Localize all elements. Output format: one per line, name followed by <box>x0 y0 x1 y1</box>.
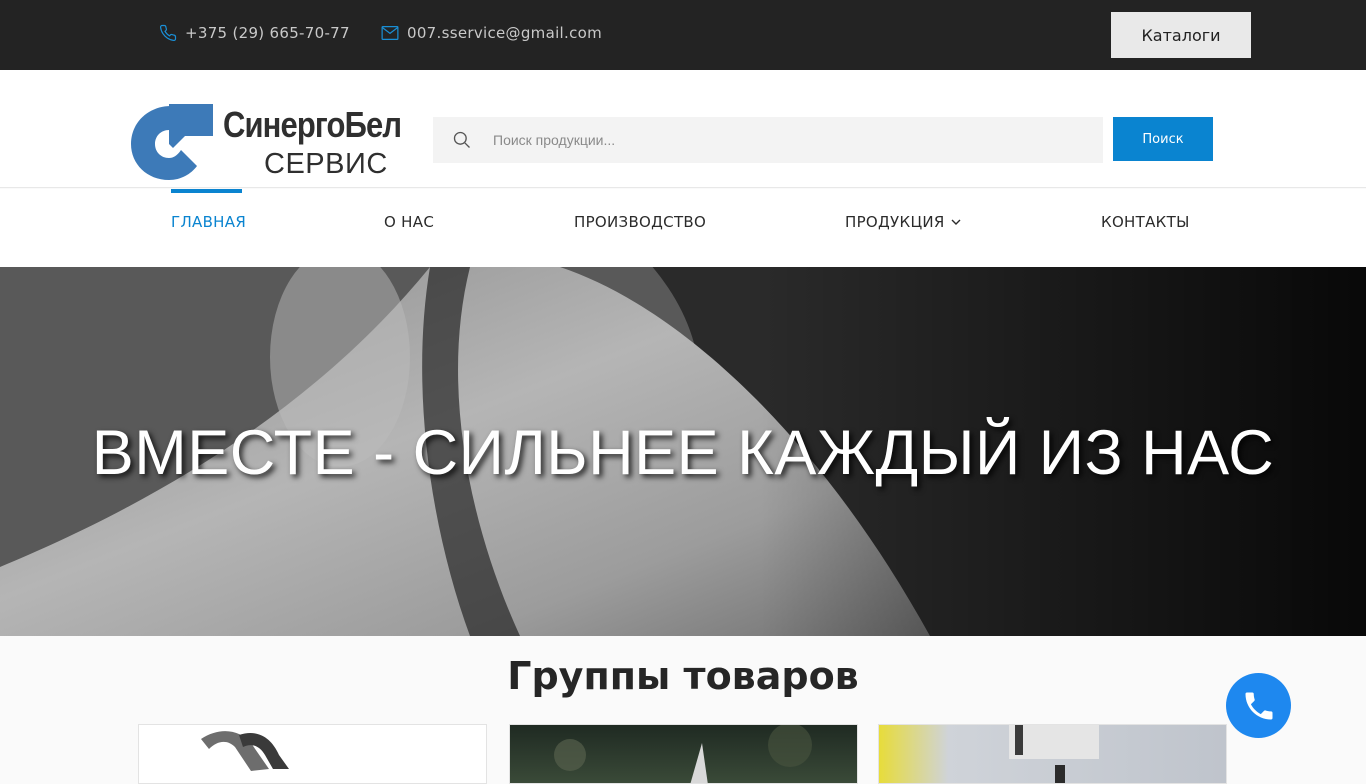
logo-subtitle: СЕРВИС <box>264 148 388 180</box>
product-group-card[interactable] <box>878 724 1227 784</box>
nav-active-indicator <box>171 189 242 193</box>
call-button[interactable] <box>1226 673 1291 738</box>
nav-item-contacts[interactable]: Контакты <box>1101 213 1190 231</box>
product-group-card[interactable] <box>138 724 487 784</box>
logo[interactable]: СинергоБел СЕРВИС <box>129 102 409 182</box>
phone-contact[interactable]: +375 (29) 665-70-77 <box>159 24 350 42</box>
hero-banner: ВМЕСТЕ - СИЛЬНЕЕ КАЖДЫЙ ИЗ НАС <box>0 267 1366 636</box>
logo-name: СинергоБел <box>223 104 402 145</box>
product-image <box>201 731 289 771</box>
catalogs-button[interactable]: Каталоги <box>1111 12 1251 58</box>
logo-mark-icon <box>131 104 213 180</box>
product-image <box>1009 725 1099 783</box>
email-text: 007.sservice@gmail.com <box>407 24 603 42</box>
email-contact[interactable]: 007.sservice@gmail.com <box>381 24 602 42</box>
nav-item-products-label: Продукция <box>845 213 945 231</box>
search-icon <box>453 131 470 148</box>
nav-item-products[interactable]: Продукция <box>845 213 962 231</box>
nav-item-production[interactable]: Производство <box>574 213 706 231</box>
nav-item-home[interactable]: Главная <box>171 213 246 231</box>
header: СинергоБел СЕРВИС Поиск <box>0 70 1366 188</box>
hero-title: ВМЕСТЕ - СИЛЬНЕЕ КАЖДЫЙ ИЗ НАС <box>91 418 1275 488</box>
nav-item-about[interactable]: О нас <box>384 213 434 231</box>
search-bar <box>433 117 1103 163</box>
phone-text: +375 (29) 665-70-77 <box>185 24 350 42</box>
top-bar: +375 (29) 665-70-77 007.sservice@gmail.c… <box>0 0 1366 70</box>
product-image <box>554 725 812 783</box>
groups-heading: Группы товаров <box>507 654 859 698</box>
product-group-card[interactable] <box>509 724 858 784</box>
search-input[interactable] <box>493 117 1093 163</box>
main-nav: Главная О нас Производство Продукция Кон… <box>0 189 1366 267</box>
envelope-icon <box>381 26 399 40</box>
chevron-down-icon <box>951 219 961 225</box>
search-button[interactable]: Поиск <box>1113 117 1213 161</box>
phone-icon <box>1245 692 1272 719</box>
phone-icon <box>159 24 177 42</box>
